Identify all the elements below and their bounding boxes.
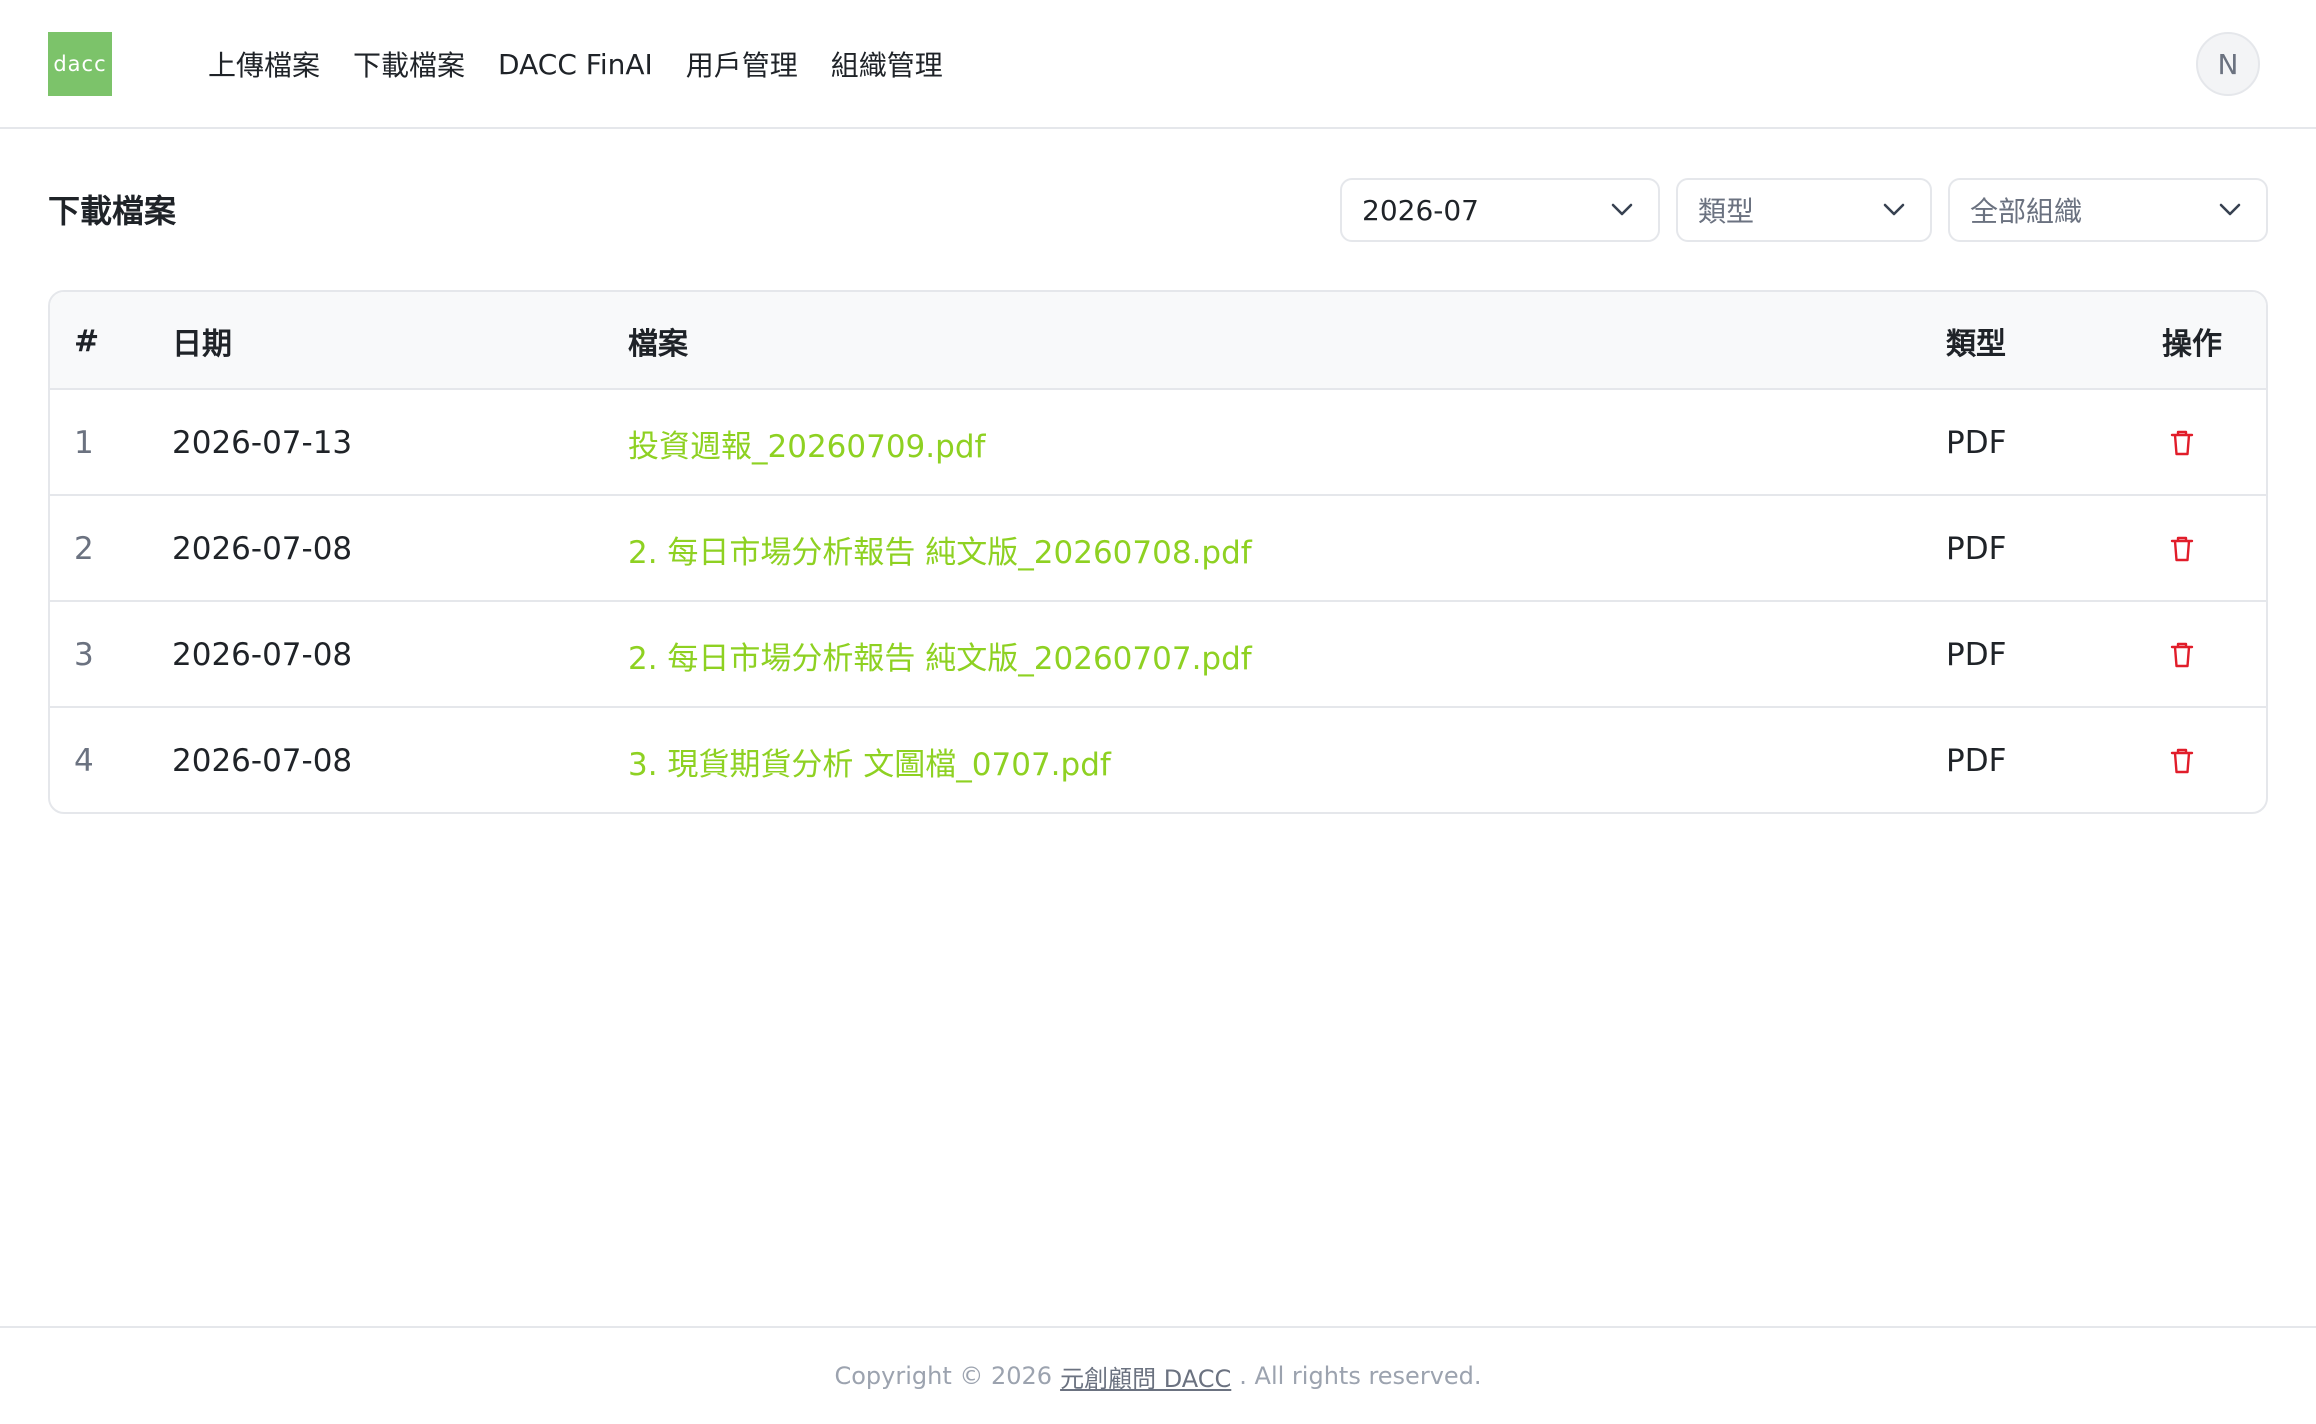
table-header: # 日期 檔案 類型 操作 xyxy=(50,292,2266,390)
row-type: PDF xyxy=(1946,531,2007,567)
row-index: 2 xyxy=(74,531,94,567)
page-title: 下載檔案 xyxy=(48,192,177,230)
copyright-suffix: . All rights reserved. xyxy=(1239,1362,1482,1390)
org-select[interactable]: 全部組織 xyxy=(1948,178,2268,242)
top-header: dacc 上傳檔案 下載檔案 DACC FinAI 用戶管理 組織管理 N xyxy=(0,0,2316,129)
table-row: 4 2026-07-08 3. 現貨期貨分析 文圖檔_0707.pdf PDF xyxy=(50,708,2266,812)
table-row: 2 2026-07-08 2. 每日市場分析報告 純文版_20260708.pd… xyxy=(50,496,2266,602)
delete-button[interactable] xyxy=(2162,496,2202,602)
file-link[interactable]: 2. 每日市場分析報告 純文版_20260707.pdf xyxy=(628,602,1252,708)
org-select-placeholder: 全部組織 xyxy=(1970,195,2083,228)
chevron-down-icon xyxy=(1882,198,1906,222)
row-index: 1 xyxy=(74,425,94,461)
delete-button[interactable] xyxy=(2162,390,2202,496)
logo-text: dacc xyxy=(53,52,107,76)
company-link[interactable]: 元創顧問 DACC xyxy=(1060,1359,1231,1394)
trash-icon xyxy=(2170,642,2194,668)
file-link[interactable]: 投資週報_20260709.pdf xyxy=(628,390,985,496)
month-select-value: 2026-07 xyxy=(1362,193,1479,227)
column-header-actions: 操作 xyxy=(2162,327,2222,362)
delete-button[interactable] xyxy=(2162,602,2202,708)
row-date: 2026-07-08 xyxy=(172,743,353,779)
file-link[interactable]: 2. 每日市場分析報告 純文版_20260708.pdf xyxy=(628,496,1252,602)
delete-button[interactable] xyxy=(2162,708,2202,812)
column-header-file: 檔案 xyxy=(628,327,688,362)
row-type: PDF xyxy=(1946,743,2007,779)
column-header-date: 日期 xyxy=(172,327,232,362)
row-date: 2026-07-13 xyxy=(172,425,353,461)
main-nav: 上傳檔案 下載檔案 DACC FinAI 用戶管理 組織管理 xyxy=(208,40,943,88)
nav-download-files[interactable]: 下載檔案 xyxy=(353,44,465,84)
trash-icon xyxy=(2170,748,2194,774)
copyright-prefix: Copyright © 2026 xyxy=(834,1362,1053,1390)
table-row: 1 2026-07-13 投資週報_20260709.pdf PDF xyxy=(50,390,2266,496)
nav-dacc-finai[interactable]: DACC FinAI xyxy=(498,48,653,81)
type-select[interactable]: 類型 xyxy=(1676,178,1932,242)
row-date: 2026-07-08 xyxy=(172,531,353,567)
nav-user-management[interactable]: 用戶管理 xyxy=(686,44,798,84)
row-type: PDF xyxy=(1946,425,2007,461)
user-avatar[interactable]: N xyxy=(2196,32,2260,96)
type-select-placeholder: 類型 xyxy=(1698,195,1755,228)
row-index: 3 xyxy=(74,637,94,673)
trash-icon xyxy=(2170,430,2194,456)
nav-org-management[interactable]: 組織管理 xyxy=(831,44,943,84)
table-row: 3 2026-07-08 2. 每日市場分析報告 純文版_20260707.pd… xyxy=(50,602,2266,708)
row-index: 4 xyxy=(74,743,94,779)
trash-icon xyxy=(2170,536,2194,562)
row-type: PDF xyxy=(1946,637,2007,673)
column-header-type: 類型 xyxy=(1946,327,2006,362)
column-header-index: # xyxy=(74,323,100,359)
chevron-down-icon xyxy=(1610,198,1634,222)
chevron-down-icon xyxy=(2218,198,2242,222)
page-footer: Copyright © 2026 元創顧問 DACC . All rights … xyxy=(0,1326,2316,1424)
nav-upload-files[interactable]: 上傳檔案 xyxy=(208,44,320,84)
avatar-initial: N xyxy=(2217,47,2239,81)
row-date: 2026-07-08 xyxy=(172,637,353,673)
dacc-logo[interactable]: dacc xyxy=(48,32,112,96)
file-link[interactable]: 3. 現貨期貨分析 文圖檔_0707.pdf xyxy=(628,708,1111,812)
month-select[interactable]: 2026-07 xyxy=(1340,178,1660,242)
files-table: # 日期 檔案 類型 操作 1 2026-07-13 投資週報_20260709… xyxy=(48,290,2268,814)
